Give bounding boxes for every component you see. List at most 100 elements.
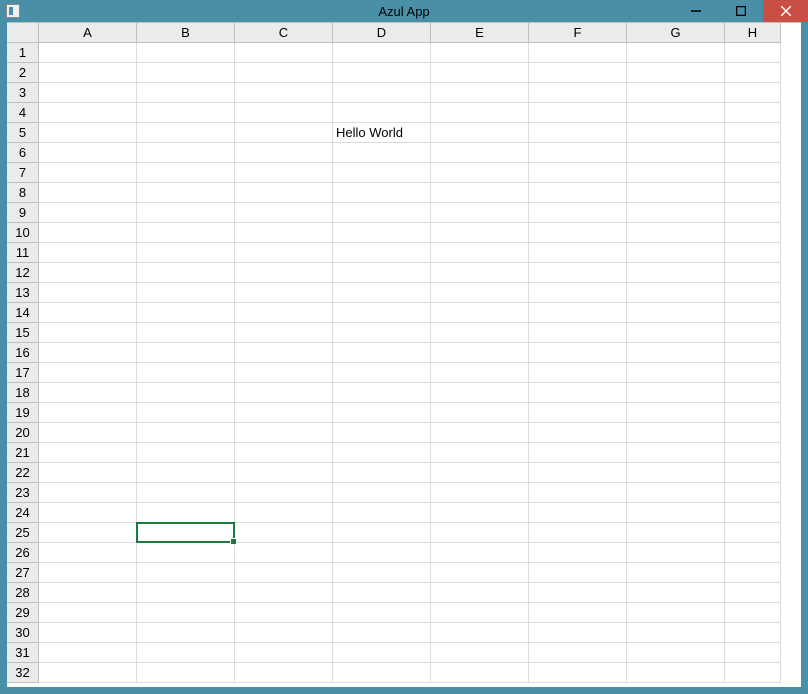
column-header[interactable]: D [333, 23, 431, 43]
cell[interactable] [39, 563, 137, 583]
cell[interactable] [725, 123, 781, 143]
cell[interactable] [431, 283, 529, 303]
cell[interactable] [39, 363, 137, 383]
cell[interactable] [431, 363, 529, 383]
cell[interactable] [529, 403, 627, 423]
row-header[interactable]: 14 [7, 303, 39, 323]
cell[interactable] [529, 643, 627, 663]
cell[interactable] [725, 323, 781, 343]
cell[interactable] [725, 483, 781, 503]
cell[interactable] [627, 163, 725, 183]
cell[interactable] [39, 283, 137, 303]
cell[interactable] [725, 403, 781, 423]
cell[interactable] [235, 663, 333, 683]
cell[interactable] [235, 243, 333, 263]
cell[interactable] [333, 43, 431, 63]
cell[interactable] [235, 163, 333, 183]
cell[interactable] [137, 143, 235, 163]
cell[interactable] [235, 543, 333, 563]
cell[interactable] [431, 603, 529, 623]
cell[interactable] [627, 463, 725, 483]
cell[interactable] [627, 263, 725, 283]
cell[interactable] [333, 263, 431, 283]
column-header[interactable]: C [235, 23, 333, 43]
cell[interactable] [529, 263, 627, 283]
cell[interactable] [39, 303, 137, 323]
cell[interactable] [627, 543, 725, 563]
cell[interactable] [235, 223, 333, 243]
row-header[interactable]: 7 [7, 163, 39, 183]
cell[interactable] [431, 423, 529, 443]
cell[interactable] [627, 183, 725, 203]
cell[interactable] [39, 403, 137, 423]
cell[interactable] [137, 43, 235, 63]
cell[interactable] [529, 343, 627, 363]
column-header[interactable]: E [431, 23, 529, 43]
cell[interactable] [431, 303, 529, 323]
spreadsheet-viewport[interactable]: ABCDEFGH12345Hello World6789101112131415… [7, 22, 801, 687]
row-header[interactable]: 10 [7, 223, 39, 243]
cell[interactable] [529, 483, 627, 503]
cell[interactable] [725, 643, 781, 663]
cell[interactable] [235, 43, 333, 63]
cell[interactable] [333, 663, 431, 683]
cell[interactable] [529, 323, 627, 343]
cell[interactable] [39, 583, 137, 603]
cell[interactable] [333, 243, 431, 263]
cell[interactable] [431, 443, 529, 463]
row-header[interactable]: 6 [7, 143, 39, 163]
cell[interactable] [39, 343, 137, 363]
cell[interactable] [529, 663, 627, 683]
cell[interactable] [235, 343, 333, 363]
cell[interactable] [235, 203, 333, 223]
cell[interactable] [529, 623, 627, 643]
cell[interactable] [529, 463, 627, 483]
cell[interactable] [235, 503, 333, 523]
row-header[interactable]: 18 [7, 383, 39, 403]
cell[interactable] [725, 163, 781, 183]
cell[interactable] [333, 363, 431, 383]
cell[interactable] [137, 603, 235, 623]
cell[interactable] [333, 103, 431, 123]
cell[interactable] [627, 563, 725, 583]
cell[interactable] [39, 263, 137, 283]
cell[interactable] [431, 343, 529, 363]
cell[interactable] [137, 123, 235, 143]
row-header[interactable]: 30 [7, 623, 39, 643]
row-header[interactable]: 12 [7, 263, 39, 283]
cell[interactable] [627, 123, 725, 143]
cell[interactable] [725, 263, 781, 283]
cell[interactable] [431, 463, 529, 483]
cell[interactable] [235, 623, 333, 643]
cell[interactable] [529, 363, 627, 383]
cell[interactable] [137, 623, 235, 643]
cell[interactable] [725, 423, 781, 443]
cell[interactable] [431, 263, 529, 283]
cell[interactable] [333, 483, 431, 503]
cell[interactable] [39, 643, 137, 663]
cell[interactable] [235, 363, 333, 383]
minimize-button[interactable] [673, 0, 718, 22]
cell[interactable] [627, 383, 725, 403]
cell[interactable] [333, 343, 431, 363]
cell[interactable] [627, 103, 725, 123]
column-header[interactable]: B [137, 23, 235, 43]
cell[interactable] [235, 303, 333, 323]
cell[interactable] [39, 123, 137, 143]
cell[interactable] [627, 63, 725, 83]
cell[interactable] [333, 323, 431, 343]
cell[interactable] [137, 163, 235, 183]
cell[interactable] [137, 563, 235, 583]
cell[interactable] [529, 503, 627, 523]
cell[interactable] [137, 543, 235, 563]
cell[interactable] [333, 143, 431, 163]
cell[interactable] [333, 583, 431, 603]
cell[interactable] [39, 63, 137, 83]
cell[interactable] [39, 463, 137, 483]
cell[interactable] [235, 403, 333, 423]
cell[interactable] [725, 523, 781, 543]
cell[interactable] [137, 103, 235, 123]
cell[interactable] [137, 463, 235, 483]
cell[interactable] [39, 223, 137, 243]
cell[interactable] [725, 463, 781, 483]
